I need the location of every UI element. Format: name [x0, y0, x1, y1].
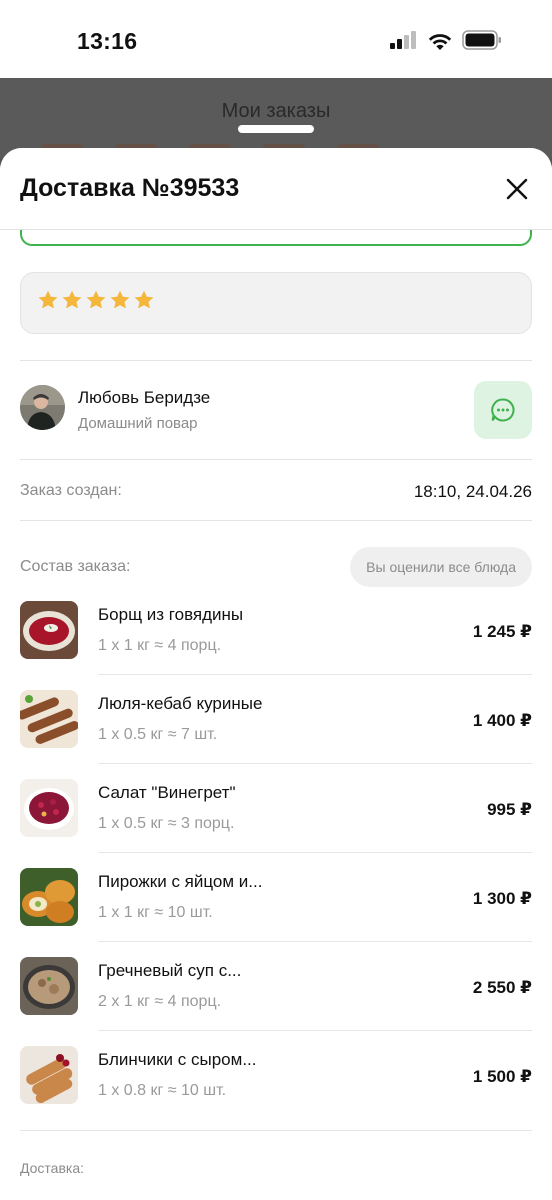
dish-quantity: 1 x 0.8 кг ≈ 10 шт. [98, 1082, 227, 1099]
dish-quantity: 1 x 1 кг ≈ 10 шт. [98, 904, 213, 921]
background-screen: Мои заказы [0, 78, 552, 158]
order-item[interactable]: Салат "Винегрет" 1 x 0.5 кг ≈ 3 порц. 99… [0, 764, 552, 853]
close-button[interactable] [502, 174, 532, 204]
dish-price: 1 300 ₽ [472, 889, 532, 908]
battery-icon [462, 30, 501, 50]
star-icon[interactable] [85, 289, 107, 311]
sheet-grabber-handle[interactable] [238, 125, 314, 133]
divider [20, 1130, 532, 1131]
chat-bubble-icon [491, 398, 515, 422]
dish-photo-vinegret [20, 779, 78, 837]
rating-stars [37, 289, 155, 311]
order-composition-label: Состав заказа: [20, 558, 131, 575]
chef-photo [20, 385, 65, 430]
chat-with-chef-button[interactable] [474, 381, 532, 439]
dish-photo-buckwheat-soup [20, 957, 78, 1015]
dish-name: Люля-кебаб куриные [98, 694, 263, 713]
dish-price: 1 245 ₽ [472, 622, 532, 641]
dish-price: 995 ₽ [487, 800, 532, 819]
sheet-header: Доставка №39533 [0, 148, 552, 230]
dish-quantity: 2 x 1 кг ≈ 4 порц. [98, 993, 222, 1010]
order-item[interactable]: Пирожки с яйцом и... 1 x 1 кг ≈ 10 шт. 1… [0, 853, 552, 942]
dish-quantity: 1 x 0.5 кг ≈ 3 порц. [98, 815, 235, 832]
star-icon[interactable] [61, 289, 83, 311]
cellular-signal-icon [390, 31, 416, 49]
dish-price: 2 550 ₽ [472, 978, 532, 997]
dish-photo-pirozhki [20, 868, 78, 926]
chef-role: Домашний повар [78, 415, 198, 432]
dish-name: Гречневый суп с... [98, 961, 242, 980]
sheet-title: Доставка №39533 [20, 174, 240, 202]
order-item[interactable]: Борщ из говядины 1 x 1 кг ≈ 4 порц. 1 24… [0, 586, 552, 675]
dish-name: Борщ из говядины [98, 605, 244, 624]
divider [20, 459, 532, 460]
dish-price: 1 400 ₽ [472, 711, 532, 730]
star-icon[interactable] [37, 289, 59, 311]
status-bar: 13:16 [0, 0, 552, 78]
order-created-value: 18:10, 24.04.26 [413, 482, 532, 501]
order-item[interactable]: Люля-кебаб куриные 1 x 0.5 кг ≈ 7 шт. 1 … [0, 675, 552, 764]
chef-name: Любовь Беридзе [78, 388, 211, 407]
status-icons [390, 30, 502, 50]
order-created-label: Заказ создан: [20, 482, 122, 499]
dish-name: Салат "Винегрет" [98, 783, 236, 802]
star-icon[interactable] [109, 289, 131, 311]
order-rating-box[interactable] [20, 272, 532, 334]
dish-quantity: 1 x 0.5 кг ≈ 7 шт. [98, 726, 218, 743]
background-screen-title: Мои заказы [221, 100, 331, 122]
order-item[interactable]: Блинчики с сыром... 1 x 0.8 кг ≈ 10 шт. … [0, 1031, 552, 1120]
order-item[interactable]: Гречневый суп с... 2 x 1 кг ≈ 4 порц. 2 … [0, 942, 552, 1031]
order-details-sheet: Доставка №39533 Любовь Беридзе Домашний … [0, 148, 552, 1200]
chef-avatar[interactable] [20, 385, 65, 430]
wifi-icon [428, 33, 452, 50]
dish-photo-lyulya-kebab [20, 690, 78, 748]
order-items-list: Борщ из говядины 1 x 1 кг ≈ 4 порц. 1 24… [0, 586, 552, 1120]
dish-quantity: 1 x 1 кг ≈ 4 порц. [98, 637, 222, 654]
dish-name: Пирожки с яйцом и... [98, 872, 263, 891]
delivery-label: Доставка: [20, 1160, 85, 1176]
dish-photo-borscht [20, 601, 78, 659]
star-icon[interactable] [133, 289, 155, 311]
all-dishes-rated-badge: Вы оценили все блюда [350, 547, 532, 587]
close-icon [506, 178, 528, 200]
divider [20, 360, 532, 361]
status-time: 13:16 [77, 28, 138, 54]
divider [20, 520, 532, 521]
dish-name: Блинчики с сыром... [98, 1050, 257, 1069]
dish-photo-blinchiki [20, 1046, 78, 1104]
dish-price: 1 500 ₽ [472, 1067, 532, 1086]
